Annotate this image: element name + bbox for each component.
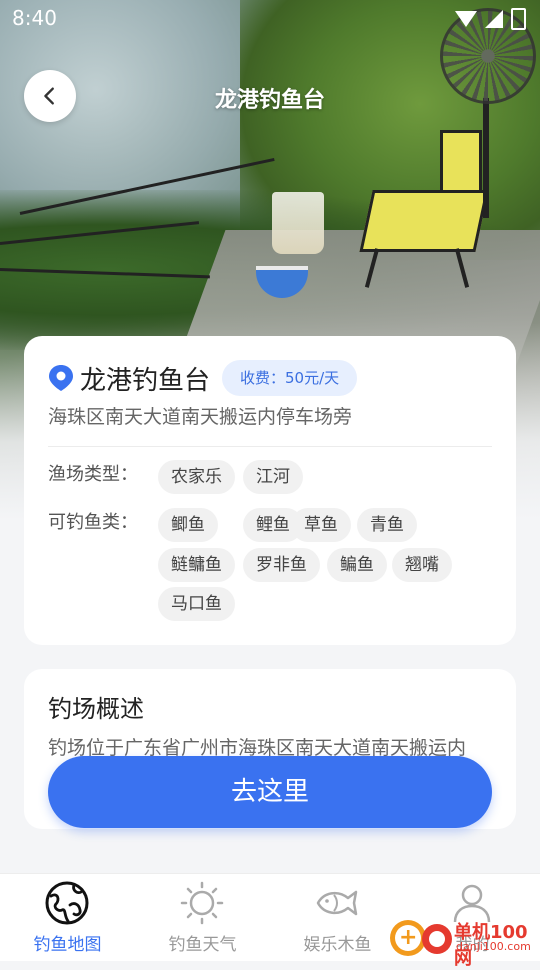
nav-item-muyu[interactable]: 娱乐木鱼 [270,874,405,961]
status-time: 8:40 [12,6,57,30]
fish-tag: 鲫鱼 [158,508,218,542]
fish-tag: 马口鱼 [158,587,235,621]
photo-chair [359,130,490,288]
fish-tag: 鳊鱼 [327,548,387,582]
photo-fan-pole [483,98,489,218]
nav-item-weather[interactable]: 钓鱼天气 [135,874,270,961]
sun-icon [180,881,224,925]
globe-icon [45,881,89,925]
status-bar: 8:40 [0,0,540,36]
watermark-plus-icon: + [399,925,418,950]
page-title: 龙港钓鱼台 [214,88,325,113]
fish-tag: 翘嘴 [392,548,452,582]
fish-tag: 罗非鱼 [243,548,320,582]
divider [48,446,492,447]
status-icons [455,8,526,30]
wifi-icon [455,11,477,27]
fee-badge: 收费：50元/天 [222,360,358,396]
nav-label-muyu: 娱乐木鱼 [303,935,372,955]
nav-label-weather: 钓鱼天气 [168,935,237,955]
battery-icon [511,8,526,30]
nav-label-map: 钓鱼地图 [33,935,102,955]
spot-info-card: 龙港钓鱼台 收费：50元/天 海珠区南天大道南天搬运内停车场旁 渔场类型： 农家… [24,336,516,645]
fish-species-label: 可钓鱼类： [48,512,138,533]
overview-title: 钓场概述 [48,695,144,723]
fish-tag: 青鱼 [357,508,417,542]
signal-icon [485,10,503,28]
fish-icon [316,890,358,916]
watermark-logo-ring [422,924,452,954]
type-tag: 江河 [243,460,303,494]
fish-tag: 草鱼 [291,508,351,542]
photo-bucket [272,192,324,254]
watermark: + 单机100网 danji100.com [390,910,540,969]
location-pin-icon [49,365,73,391]
watermark-url: danji100.com [456,940,531,953]
spot-name: 龙港钓鱼台 [80,366,211,396]
go-here-button[interactable]: 去这里 [48,756,492,828]
nav-item-map[interactable]: 钓鱼地图 [0,874,135,961]
spot-address: 海珠区南天大道南天搬运内停车场旁 [48,406,353,428]
fish-tag: 鲢鳙鱼 [158,548,235,582]
fishery-type-label: 渔场类型： [48,464,138,485]
type-tag: 农家乐 [158,460,235,494]
